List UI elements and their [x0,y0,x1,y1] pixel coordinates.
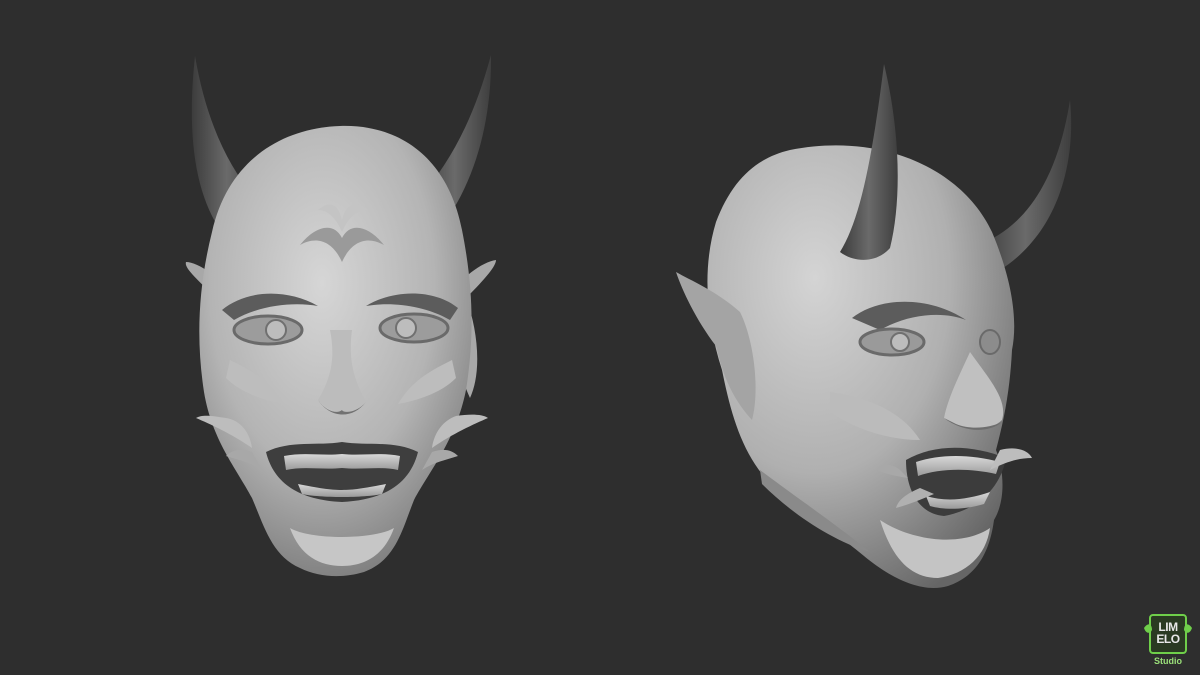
logo-line-2: ELO [1156,632,1180,646]
sculpt-render [185,55,1072,588]
logo-studio-text: Studio [1154,656,1182,666]
mask-front-view [185,55,496,577]
mask-three-quarter-view [676,64,1072,588]
upper-teeth [284,454,400,470]
studio-logo: LIM ELO Studio [1140,612,1196,670]
